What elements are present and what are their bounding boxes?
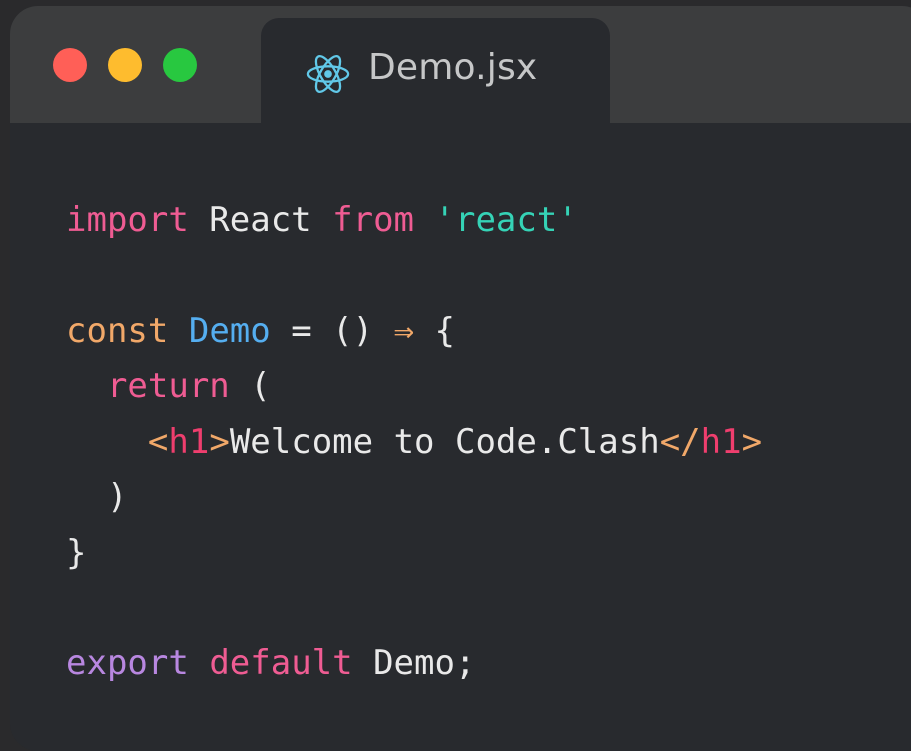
code-line-6: } xyxy=(66,533,86,573)
code-line-3: return ( xyxy=(66,366,271,406)
code-editor[interactable]: import React from 'react' const Demo = (… xyxy=(10,123,911,751)
close-brace: } xyxy=(66,533,87,573)
assignment: = () xyxy=(270,311,394,351)
keyword-return: return xyxy=(106,366,230,406)
zoom-button[interactable] xyxy=(163,48,197,82)
keyword-export: export xyxy=(66,643,189,683)
open-paren: ( xyxy=(229,366,271,406)
tag-name-h1-end: h1 xyxy=(700,422,742,462)
code-line-7: export default Demo; xyxy=(66,643,475,683)
open-brace: { xyxy=(414,311,455,351)
arrow: ⇒ xyxy=(393,311,415,351)
tab-demo-jsx[interactable]: Demo.jsx xyxy=(261,18,610,123)
identifier-react: React xyxy=(188,200,333,240)
identifier-demo-export: Demo; xyxy=(352,643,476,683)
identifier-demo: Demo xyxy=(188,311,271,351)
code-window: Demo.jsx import React from 'react' const… xyxy=(10,6,911,751)
tag-close-bracket: > xyxy=(209,422,230,462)
react-icon xyxy=(306,55,350,93)
close-button[interactable] xyxy=(53,48,87,82)
string-react: 'react' xyxy=(434,200,578,240)
code-line-4: <h1>Welcome to Code.Clash</h1> xyxy=(66,422,762,462)
jsx-text: Welcome to Code.Clash xyxy=(229,422,660,462)
tab-label: Demo.jsx xyxy=(368,47,538,88)
keyword-from: from xyxy=(332,200,415,240)
code-line-1: import React from 'react' xyxy=(66,200,578,240)
tag-end-close-bracket: > xyxy=(741,422,763,462)
tag-end-open-bracket: </ xyxy=(659,422,701,462)
tag-name-h1: h1 xyxy=(168,422,210,462)
keyword-const: const xyxy=(66,311,169,351)
keyword-default: default xyxy=(209,643,353,683)
keyword-import: import xyxy=(66,200,189,240)
title-bar: Demo.jsx xyxy=(10,6,911,123)
code-line-2: const Demo = () ⇒ { xyxy=(66,311,455,351)
code-line-5: ) xyxy=(66,477,127,517)
minimize-button[interactable] xyxy=(108,48,142,82)
tag-open-bracket: < xyxy=(147,422,169,462)
close-paren: ) xyxy=(66,477,128,517)
